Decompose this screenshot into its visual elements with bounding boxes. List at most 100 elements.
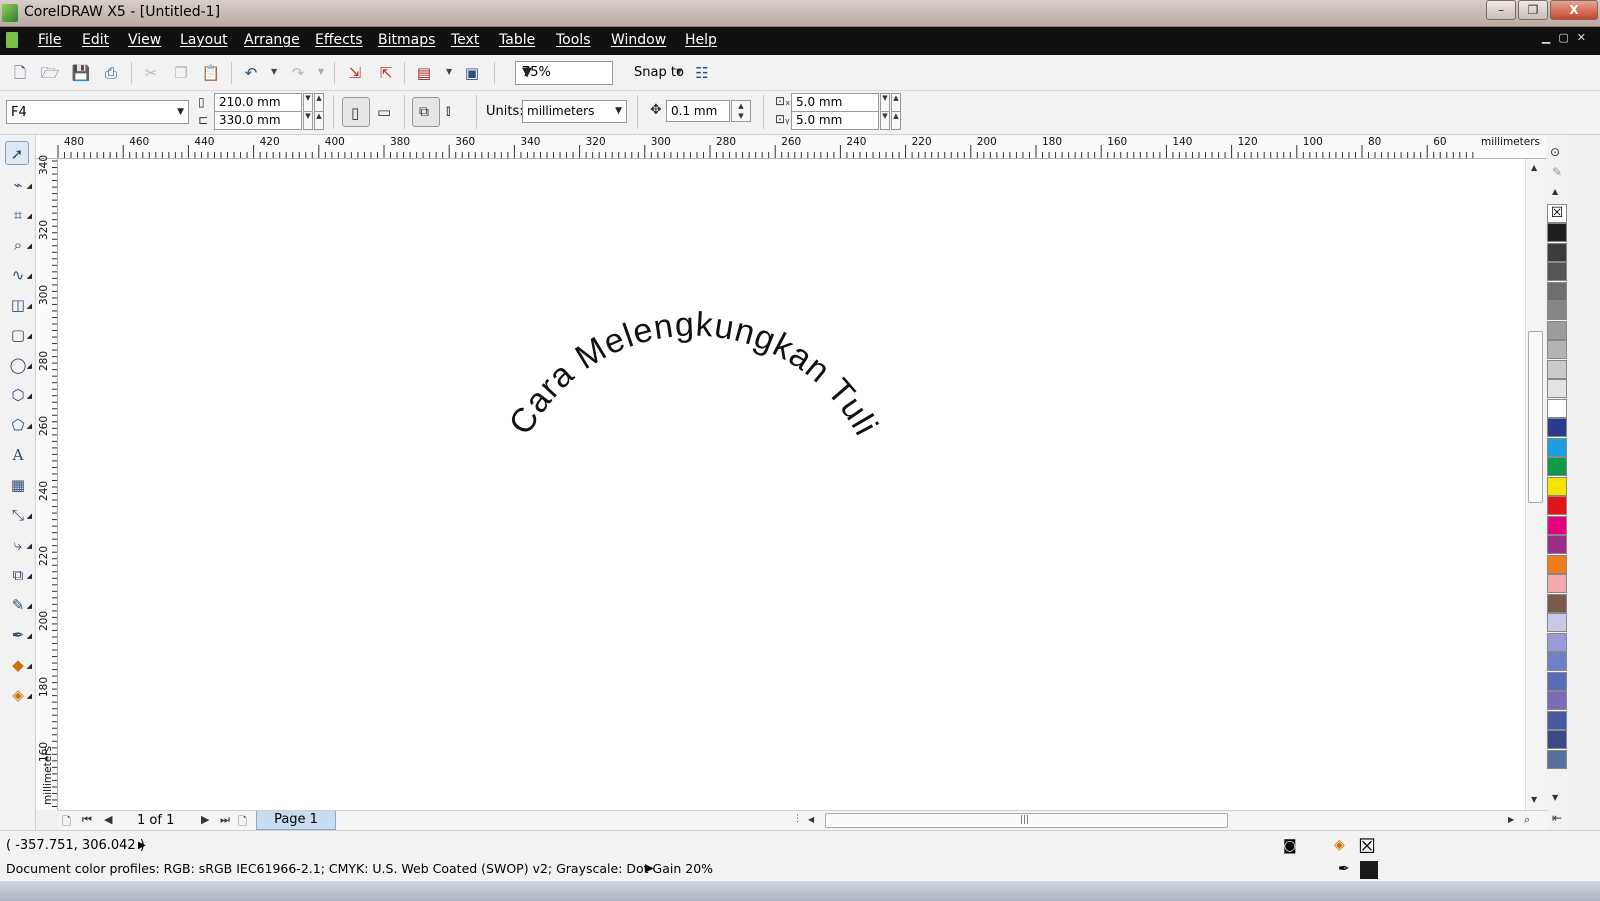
color-swatch[interactable] [1547,223,1567,242]
duplicate-y-spinner[interactable]: ▼ [880,111,890,130]
menu-file[interactable]: File [38,32,61,48]
freehand-tool-icon[interactable]: ∿ ◢ [6,263,32,287]
color-swatch[interactable] [1547,574,1567,593]
print-icon[interactable]: ⎙ [101,63,121,83]
navigator-zoom-icon[interactable]: ⌕ [1524,813,1530,827]
paste-icon[interactable]: 📋 [201,63,221,83]
horizontal-ruler[interactable]: 480 460 440 420 400 380 360 340 320 300 … [36,135,1546,159]
previous-page-icon[interactable]: ◀ [104,813,112,826]
all-pages-button[interactable]: ⧉ [412,97,440,127]
landscape-icon[interactable]: ▭ [377,103,391,121]
table-tool-icon[interactable]: ▦ [6,473,30,497]
vertical-ruler[interactable]: 340 320 300 280 260 240 220 200 180 160 … [36,155,58,810]
menu-bitmaps[interactable]: Bitmaps [378,32,435,48]
interactive-fill-tool-icon[interactable]: ◈ ◢ [6,683,32,707]
color-swatch[interactable] [1547,710,1567,730]
redo-dropdown-icon[interactable]: ▼ [318,67,324,76]
duplicate-distance-x-field[interactable]: 5.0 mm [791,93,879,112]
undo-icon[interactable]: ↶ [241,63,261,83]
chevron-down-icon[interactable]: ▼ [177,107,184,117]
color-swatch[interactable] [1547,652,1567,671]
color-swatch[interactable] [1547,457,1567,476]
save-icon[interactable]: 💾 [71,63,91,83]
undo-dropdown-icon[interactable]: ▼ [271,67,277,76]
menu-effects[interactable]: Effects [315,32,363,48]
color-swatch[interactable] [1547,515,1567,535]
menu-window[interactable]: Window [611,32,666,48]
crop-tool-icon[interactable]: ⌗ ◢ [6,203,32,227]
restore-button[interactable]: ❐ [1518,0,1548,20]
menu-view[interactable]: View [128,32,161,48]
drawing-canvas[interactable]: Cara Melengkungkan Tulisan [58,159,1525,810]
curved-text[interactable]: Cara Melengkungkan Tulisan [58,159,885,442]
color-swatch[interactable] [1547,379,1567,398]
import-icon[interactable]: ⇲ [345,63,365,83]
fill-indicator-icon[interactable]: ◈ [1334,837,1345,853]
color-profiles-menu-icon[interactable]: ▶ [646,863,654,874]
color-swatch[interactable] [1547,671,1567,691]
redo-icon[interactable]: ↷ [288,63,308,83]
current-page-icon[interactable]: ⫾ [446,103,450,119]
pick-tool-icon[interactable]: ➚ [5,141,29,165]
color-swatch[interactable] [1547,301,1567,320]
page-height-spinner[interactable]: ▼ [303,111,313,130]
options-icon[interactable]: ☷ [692,63,712,83]
zoom-level-combo[interactable]: 75% ▼ [515,61,613,85]
color-swatch[interactable] [1547,691,1567,710]
document-window-controls[interactable]: ▁▢✕ [1542,31,1594,44]
color-swatch[interactable] [1547,632,1567,652]
document-icon[interactable] [6,32,18,48]
curved-text-object[interactable]: Cara Melengkungkan Tulisan [58,159,1525,810]
page-tab[interactable]: Page 1 [256,811,336,830]
palette-scroll-down-icon[interactable]: ▼ [1552,793,1558,802]
portrait-button[interactable]: ▯ [342,97,370,127]
scroll-left-icon[interactable]: ◀ [808,815,814,824]
color-swatch[interactable] [1547,340,1567,359]
menu-text[interactable]: Text [451,32,479,48]
rectangle-tool-icon[interactable]: ▢ ◢ [6,323,32,347]
last-page-icon[interactable]: ⏭ [220,813,230,827]
new-document-icon[interactable]: 🗋 [10,63,30,83]
cut-icon[interactable]: ✂ [141,63,161,83]
first-page-icon[interactable]: ⏮ [82,813,92,827]
vertical-scrollbar[interactable]: ▲ ▼ [1525,159,1545,810]
duplicate-distance-y-field[interactable]: 5.0 mm [791,111,879,130]
text-tool-icon[interactable]: A [6,443,30,467]
menu-tools[interactable]: Tools [556,32,591,48]
fill-tool-icon[interactable]: ◆ ◢ [6,653,32,677]
next-page-icon[interactable]: ▶ [201,813,209,826]
export-icon[interactable]: ⇱ [376,63,396,83]
color-swatch[interactable] [1547,613,1567,632]
vertical-scroll-thumb[interactable] [1528,331,1543,503]
minimize-button[interactable]: – [1486,0,1516,20]
color-swatch[interactable] [1547,242,1567,262]
outline-pen-indicator-icon[interactable]: ✒ [1338,861,1350,877]
open-folder-icon[interactable]: 🗁 [40,63,60,83]
color-swatch[interactable] [1547,418,1567,437]
palette-pin-icon[interactable]: ✎ [1552,165,1562,179]
no-color-swatch[interactable]: ☒ [1547,204,1567,223]
nudge-spinner[interactable]: ▲ ▼ [731,100,751,122]
shape-tool-icon[interactable]: ⌁ ◢ [6,173,32,197]
color-swatch[interactable] [1547,398,1567,418]
units-select[interactable]: millimeters ▼ [522,100,627,123]
horizontal-scroll-thumb[interactable]: ||| [825,813,1228,828]
duplicate-y-spinner-up[interactable]: ▲ [891,111,901,130]
smart-fill-tool-icon[interactable]: ◫ ◢ [6,293,32,317]
eyedropper-tool-icon[interactable]: ✎ ◢ [6,593,32,617]
color-swatch[interactable] [1547,730,1567,749]
page-width-spinner[interactable]: ▼ [303,93,313,112]
menu-help[interactable]: Help [685,32,717,48]
outline-pen-tool-icon[interactable]: ✒ ◢ [6,623,32,647]
page-width-spinner-up[interactable]: ▲ [314,93,324,112]
color-profiles-text[interactable]: Document color profiles: RGB: sRGB IEC61… [6,861,713,876]
copy-icon[interactable]: ❐ [171,63,191,83]
coreldraw-app-icon[interactable] [2,4,18,22]
palette-flyout-icon[interactable]: ⊙ [1550,145,1560,159]
coordinates-menu-icon[interactable]: ▶ [138,840,146,851]
duplicate-x-spinner[interactable]: ▼ [880,93,890,112]
dimension-tool-icon[interactable]: ⤡ ◢ [6,503,32,527]
chevron-down-icon[interactable]: ▼ [522,65,608,80]
launcher-dropdown-icon[interactable]: ▼ [446,67,452,76]
connector-tool-icon[interactable]: ⤷ ◢ [6,533,32,557]
